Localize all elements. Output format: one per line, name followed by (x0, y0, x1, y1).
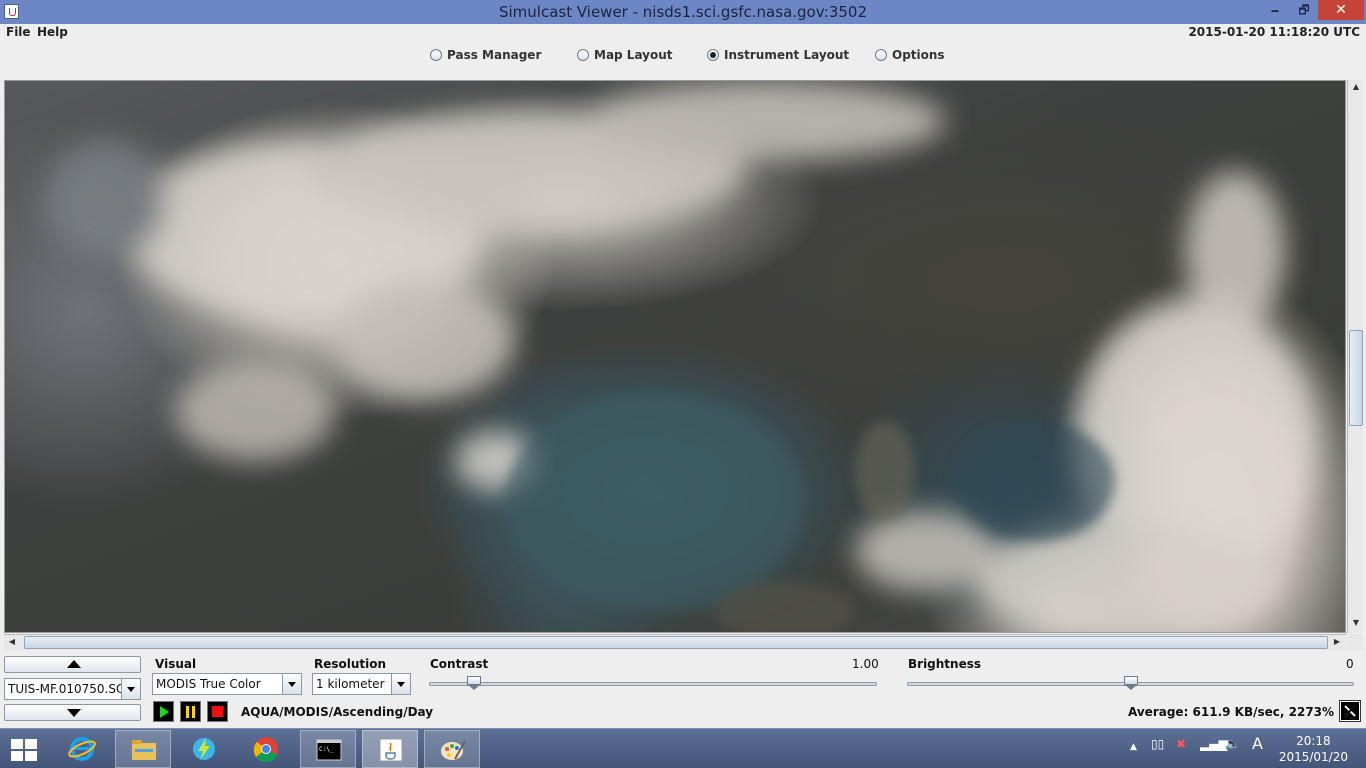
scroll-down-icon[interactable]: ▼ (1350, 618, 1362, 630)
horizontal-scrollbar[interactable]: ◀ ▶ (4, 634, 1346, 650)
pass-select-value: TUIS-MF.010750.SC (8, 682, 125, 696)
start-button[interactable] (0, 730, 50, 768)
radio-dot (430, 49, 442, 61)
scroll-right-icon[interactable]: ▶ (1331, 637, 1343, 649)
utc-clock: 2015-01-20 11:18:20 UTC (1188, 25, 1360, 39)
pause-button[interactable] (180, 701, 201, 722)
clear-button[interactable] (1339, 700, 1361, 722)
ime-indicator[interactable]: A (1252, 734, 1263, 753)
taskbar-file-explorer[interactable] (115, 730, 171, 768)
chevron-down-icon[interactable] (391, 674, 410, 694)
svg-text:C:\_: C:\_ (319, 746, 334, 753)
tab-map-layout[interactable]: Map Layout (577, 48, 673, 62)
taskbar-time: 20:18 (1296, 734, 1331, 748)
previous-pass-button[interactable] (4, 656, 141, 673)
taskbar-paint[interactable] (424, 730, 480, 768)
file-explorer-icon (132, 740, 156, 760)
triangle-up-icon (67, 660, 81, 668)
pass-select[interactable]: TUIS-MF.010750.SC (4, 678, 141, 700)
triangle-down-icon (67, 709, 81, 717)
taskbar-command-prompt[interactable]: C:\_ (300, 730, 356, 768)
java-icon (379, 738, 403, 762)
brightness-slider-thumb[interactable] (1123, 676, 1138, 690)
radio-dot (875, 49, 887, 61)
tray-device-icon[interactable]: ▯▯ (1151, 737, 1164, 751)
stream-info: AQUA/MODIS/Ascending/Day (241, 705, 434, 719)
tab-instrument-layout[interactable]: Instrument Layout (707, 48, 849, 62)
resolution-select[interactable]: 1 kilometer (312, 673, 411, 695)
tab-label: Instrument Layout (724, 48, 850, 62)
vertical-scrollbar[interactable]: ▲ ▼ (1347, 80, 1363, 633)
taskbar-bolt-app[interactable] (176, 730, 232, 768)
chrome-icon (253, 737, 278, 762)
command-prompt-icon: C:\_ (316, 739, 342, 761)
maximize-button[interactable]: 🗗 (1290, 0, 1318, 20)
internet-explorer-icon (68, 737, 96, 761)
tab-label: Pass Manager (447, 48, 542, 62)
contrast-slider-thumb[interactable] (466, 676, 481, 690)
taskbar-date: 2015/01/20 (1278, 750, 1348, 764)
next-pass-button[interactable] (4, 704, 141, 721)
chevron-down-icon[interactable] (282, 674, 301, 694)
satellite-imagery (45, 81, 1315, 632)
menu-help[interactable]: Help (37, 25, 68, 39)
play-button[interactable] (153, 701, 174, 722)
tab-options[interactable]: Options (875, 48, 945, 62)
tray-signal-icon[interactable]: ▂▄▆ (1200, 737, 1228, 751)
visual-label: Visual (155, 657, 197, 671)
paint-icon (441, 740, 466, 760)
menu-bar: File Help 2015-01-20 11:18:20 UTC (0, 24, 1366, 41)
tab-label: Map Layout (594, 48, 673, 62)
chevron-down-icon[interactable] (121, 679, 140, 699)
scroll-up-icon[interactable]: ▲ (1350, 82, 1362, 94)
satellite-image-view[interactable] (4, 80, 1346, 633)
resolution-label: Resolution (314, 657, 387, 671)
brightness-value: 0 (1346, 657, 1354, 671)
tray-volume-icon[interactable]: 🔈 (1225, 737, 1240, 751)
close-button[interactable]: ✕ (1318, 0, 1364, 20)
taskbar-clock[interactable]: 20:18 2015/01/20 (1279, 733, 1348, 765)
stop-button[interactable] (207, 701, 228, 722)
scroll-left-icon[interactable]: ◀ (6, 637, 18, 649)
tray-network-error-icon[interactable]: ✖ (1176, 737, 1186, 751)
tab-label: Options (892, 48, 945, 62)
tray-overflow-icon[interactable]: ▲ (1130, 742, 1137, 752)
visual-select-value: MODIS True Color (156, 677, 261, 691)
radio-dot-selected (707, 49, 719, 61)
brightness-label: Brightness (908, 657, 982, 671)
scroll-corner (1347, 634, 1363, 650)
vertical-scroll-thumb[interactable] (1349, 330, 1363, 426)
menu-file[interactable]: File (6, 25, 31, 39)
resolution-select-value: 1 kilometer (316, 677, 385, 691)
contrast-value: 1.00 (852, 657, 879, 671)
throughput-status: Average: 611.9 KB/sec, 2273% (1128, 705, 1335, 719)
close-x-icon (1341, 702, 1359, 720)
horizontal-scroll-thumb[interactable] (24, 636, 1328, 649)
windows-logo-icon (11, 739, 37, 761)
taskbar-chrome[interactable] (238, 730, 294, 768)
window-title: Simulcast Viewer - nisds1.sci.gsfc.nasa.… (498, 3, 868, 21)
bolt-app-icon (193, 738, 215, 760)
title-bar: Simulcast Viewer - nisds1.sci.gsfc.nasa.… (0, 0, 1366, 24)
windows-taskbar: C:\_ ▲ ▯▯ ✖ ▂▄▆ 🔈 A 20:18 2015/01/20 (0, 728, 1366, 768)
contrast-label: Contrast (430, 657, 489, 671)
contrast-slider-track[interactable] (429, 682, 877, 686)
minimize-button[interactable]: 🗕 (1262, 0, 1288, 20)
taskbar-java[interactable] (362, 730, 418, 768)
taskbar-internet-explorer[interactable] (54, 730, 110, 768)
layout-tabs: Pass Manager Map Layout Instrument Layou… (0, 44, 1366, 70)
visual-select[interactable]: MODIS True Color (152, 673, 302, 695)
tab-pass-manager[interactable]: Pass Manager (430, 48, 541, 62)
radio-dot (577, 49, 589, 61)
